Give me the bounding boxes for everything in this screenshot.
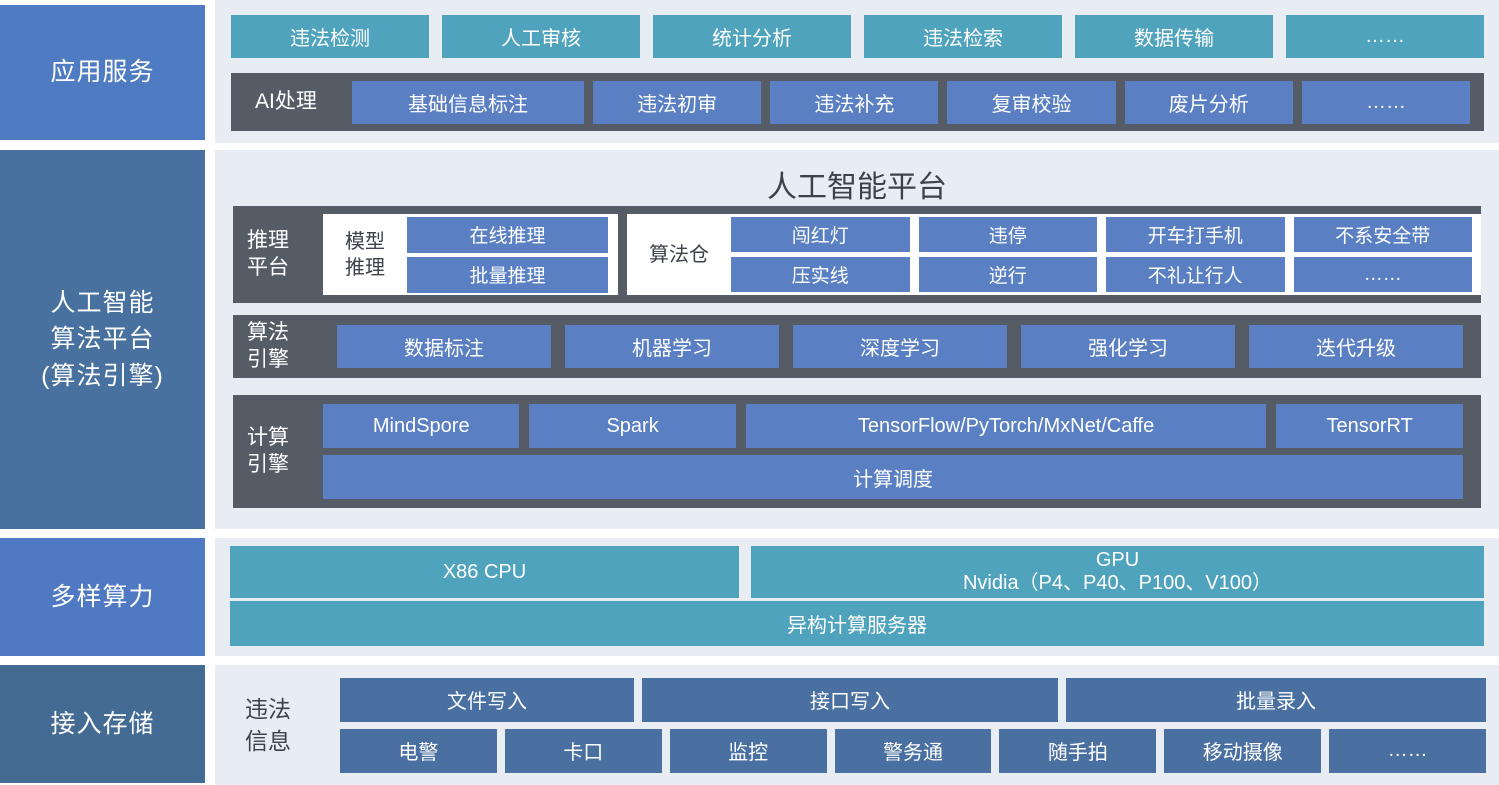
section-ai-platform: 人工智能平台 推理 平台 模型 推理 在线推理 批量推理 算法仓 闯红灯 违停 … — [215, 150, 1499, 529]
chip-mindspore: MindSpore — [323, 404, 519, 448]
compute-engine-bar: 计算 引擎 MindSpore Spark TensorFlow/PyTorch… — [233, 395, 1481, 508]
app-service-chip-statistics: 统计分析 — [653, 15, 851, 58]
chip-checkpoint: 卡口 — [505, 729, 662, 773]
ai-chip-more: …… — [1302, 81, 1470, 124]
app-service-row: 违法检测 人工审核 统计分析 违法检索 数据传输 …… — [231, 15, 1484, 58]
chip-spark: Spark — [529, 404, 735, 448]
architecture-diagram: 应用服务 人工智能 算法平台 (算法引擎) 多样算力 接入存储 违法检测 人工审… — [0, 0, 1499, 785]
cpu-block: X86 CPU — [230, 546, 739, 598]
chip-tensorrt: TensorRT — [1276, 404, 1463, 448]
chip-compute-scheduling: 计算调度 — [323, 455, 1463, 499]
chip-police-terminal: 警务通 — [835, 729, 992, 773]
app-service-chip-illegal-detection: 违法检测 — [231, 15, 429, 58]
algorithm-store-chips: 闯红灯 违停 开车打手机 不系安全带 压实线 逆行 不礼让行人 …… — [731, 217, 1472, 292]
chip-electronic-police: 电警 — [340, 729, 497, 773]
compute-engine-label: 计算 引擎 — [247, 425, 323, 478]
algorithm-store-panel: 算法仓 闯红灯 违停 开车打手机 不系安全带 压实线 逆行 不礼让行人 …… — [627, 214, 1481, 295]
algo-engine-label: 算法 引擎 — [247, 320, 323, 373]
chip-batch-inference: 批量推理 — [407, 257, 608, 293]
section-computing-power: X86 CPU GPU Nvidia（P4、P40、P100、V100） 异构计… — [215, 538, 1499, 656]
ai-chip-illegal-supplement: 违法补充 — [770, 81, 938, 124]
inference-platform-bar: 推理 平台 模型 推理 在线推理 批量推理 算法仓 闯红灯 违停 开车打手机 不… — [233, 206, 1481, 303]
sidebar-block-access-storage: 接入存储 — [0, 665, 205, 783]
gpu-block: GPU Nvidia（P4、P40、P100、V100） — [751, 546, 1484, 598]
chip-tensorflow-pytorch-mxnet-caffe: TensorFlow/PyTorch/MxNet/Caffe — [746, 404, 1267, 448]
app-service-chip-illegal-search: 违法检索 — [864, 15, 1062, 58]
chip-solid-line-violation: 压实线 — [731, 257, 910, 292]
sidebar-block-ai-algo-platform: 人工智能 算法平台 (算法引擎) — [0, 150, 205, 529]
platform-title: 人工智能平台 — [215, 150, 1499, 206]
illegal-info-label: 违法 信息 — [245, 693, 340, 757]
ai-chip-illegal-first-review: 违法初审 — [593, 81, 761, 124]
storage-rows: 文件写入 接口写入 批量录入 电警 卡口 监控 警务通 随手拍 移动摄像 …… — [340, 678, 1486, 773]
write-methods-row: 文件写入 接口写入 批量录入 — [340, 678, 1486, 722]
sidebar-block-app-services: 应用服务 — [0, 5, 205, 140]
compute-engine-chips: MindSpore Spark TensorFlow/PyTorch/MxNet… — [323, 404, 1463, 499]
chip-algo-more: …… — [1294, 257, 1473, 292]
computing-power-row: X86 CPU GPU Nvidia（P4、P40、P100、V100） — [230, 546, 1484, 598]
chip-iterative-upgrade: 迭代升级 — [1249, 325, 1463, 368]
sidebar-block-computing-power: 多样算力 — [0, 538, 205, 656]
chip-source-more: …… — [1329, 729, 1486, 773]
chip-surveillance: 监控 — [670, 729, 827, 773]
gpu-line2: Nvidia（P4、P40、P100、V100） — [963, 572, 1272, 595]
ai-chip-waste-image-analysis: 废片分析 — [1125, 81, 1293, 124]
chip-wrong-way: 逆行 — [919, 257, 1098, 292]
gpu-line1: GPU — [1096, 549, 1139, 572]
chip-api-write: 接口写入 — [642, 678, 1058, 722]
chip-online-inference: 在线推理 — [407, 217, 608, 253]
app-service-chip-manual-review: 人工审核 — [442, 15, 640, 58]
algorithm-store-label: 算法仓 — [627, 242, 731, 268]
chip-mobile-camera: 移动摄像 — [1164, 729, 1321, 773]
chip-machine-learning: 机器学习 — [565, 325, 779, 368]
app-service-chip-data-transfer: 数据传输 — [1075, 15, 1273, 58]
data-sources-row: 电警 卡口 监控 警务通 随手拍 移动摄像 …… — [340, 729, 1486, 773]
chip-snapshot-report: 随手拍 — [999, 729, 1156, 773]
ai-chip-basic-info-annotation: 基础信息标注 — [352, 81, 584, 124]
chip-deep-learning: 深度学习 — [793, 325, 1007, 368]
chip-data-annotation: 数据标注 — [337, 325, 551, 368]
section-access-storage: 违法 信息 文件写入 接口写入 批量录入 电警 卡口 监控 警务通 随手拍 移动… — [215, 665, 1499, 785]
chip-run-red-light: 闯红灯 — [731, 217, 910, 252]
compute-framework-row: MindSpore Spark TensorFlow/PyTorch/MxNet… — [323, 404, 1463, 448]
algo-engine-bar: 算法 引擎 数据标注 机器学习 深度学习 强化学习 迭代升级 — [233, 315, 1481, 378]
chip-phone-while-driving: 开车打手机 — [1106, 217, 1285, 252]
ai-processing-bar: AI处理 基础信息标注 违法初审 违法补充 复审校验 废片分析 …… — [231, 73, 1484, 131]
inference-platform-label: 推理 平台 — [247, 228, 323, 281]
chip-batch-entry: 批量录入 — [1066, 678, 1486, 722]
chip-not-yielding-pedestrian: 不礼让行人 — [1106, 257, 1285, 292]
model-inference-chips: 在线推理 批量推理 — [407, 217, 608, 293]
chip-reinforcement-learning: 强化学习 — [1021, 325, 1235, 368]
model-inference-panel: 模型 推理 在线推理 批量推理 — [323, 214, 618, 295]
model-inference-label: 模型 推理 — [323, 229, 407, 281]
section-app-services: 违法检测 人工审核 统计分析 违法检索 数据传输 …… AI处理 基础信息标注 … — [215, 0, 1499, 143]
chip-no-seatbelt: 不系安全带 — [1294, 217, 1473, 252]
app-service-chip-more: …… — [1286, 15, 1484, 58]
chip-file-write: 文件写入 — [340, 678, 634, 722]
ai-processing-label: AI处理 — [255, 89, 343, 115]
ai-chip-recheck-verify: 复审校验 — [947, 81, 1115, 124]
chip-illegal-parking: 违停 — [919, 217, 1098, 252]
heterogeneous-server-bar: 异构计算服务器 — [230, 601, 1484, 646]
